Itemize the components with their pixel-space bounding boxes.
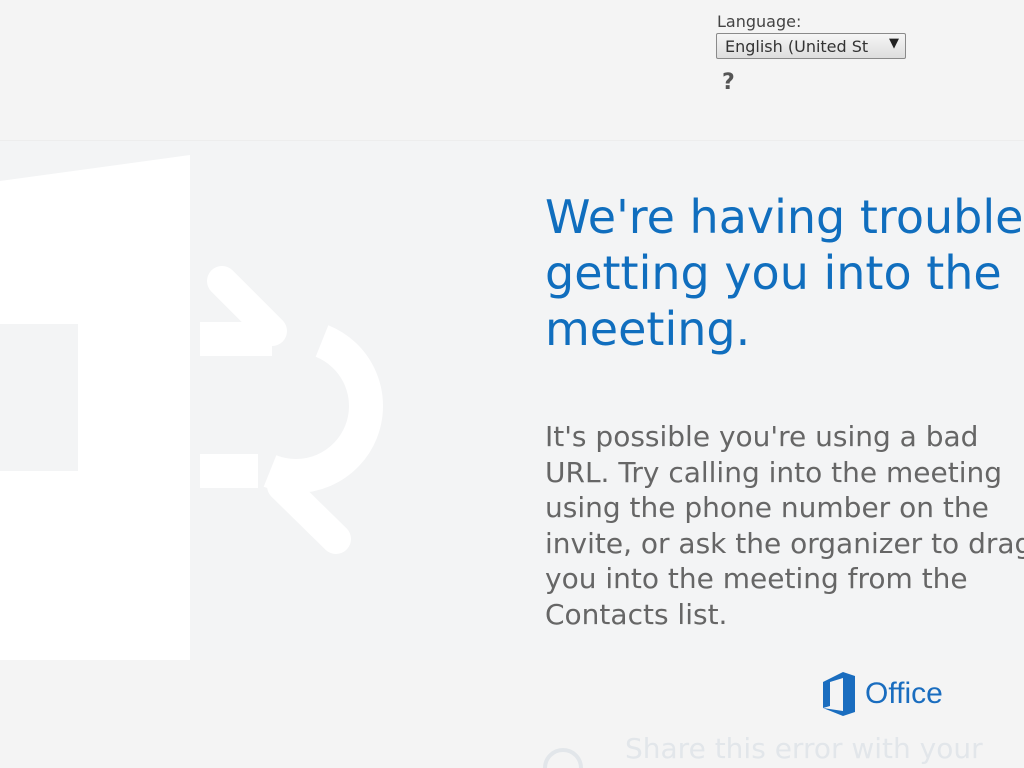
- error-headline: We're having trouble getting you into th…: [545, 190, 1024, 356]
- share-error-text: Share this error with your: [625, 732, 983, 765]
- language-select[interactable]: English (United St ▼: [716, 33, 906, 59]
- language-selected-value: English (United St: [725, 37, 869, 56]
- content-band: We're having trouble getting you into th…: [0, 140, 1024, 662]
- office-logo: Office: [823, 672, 943, 716]
- top-bar: Language: English (United St ▼ ?: [0, 0, 1024, 140]
- lync-logo-watermark: [0, 155, 383, 661]
- error-page: Language: English (United St ▼ ? We're h…: [0, 0, 1024, 768]
- help-icon[interactable]: ?: [722, 70, 735, 95]
- footer: Office Share this error with your: [0, 660, 1024, 768]
- share-icon: [543, 748, 583, 768]
- error-message: It's possible you're using a bad URL. Tr…: [545, 420, 1024, 631]
- svg-text:Office: Office: [865, 677, 943, 710]
- language-label: Language:: [717, 12, 802, 31]
- dropdown-arrow-icon: ▼: [889, 36, 899, 51]
